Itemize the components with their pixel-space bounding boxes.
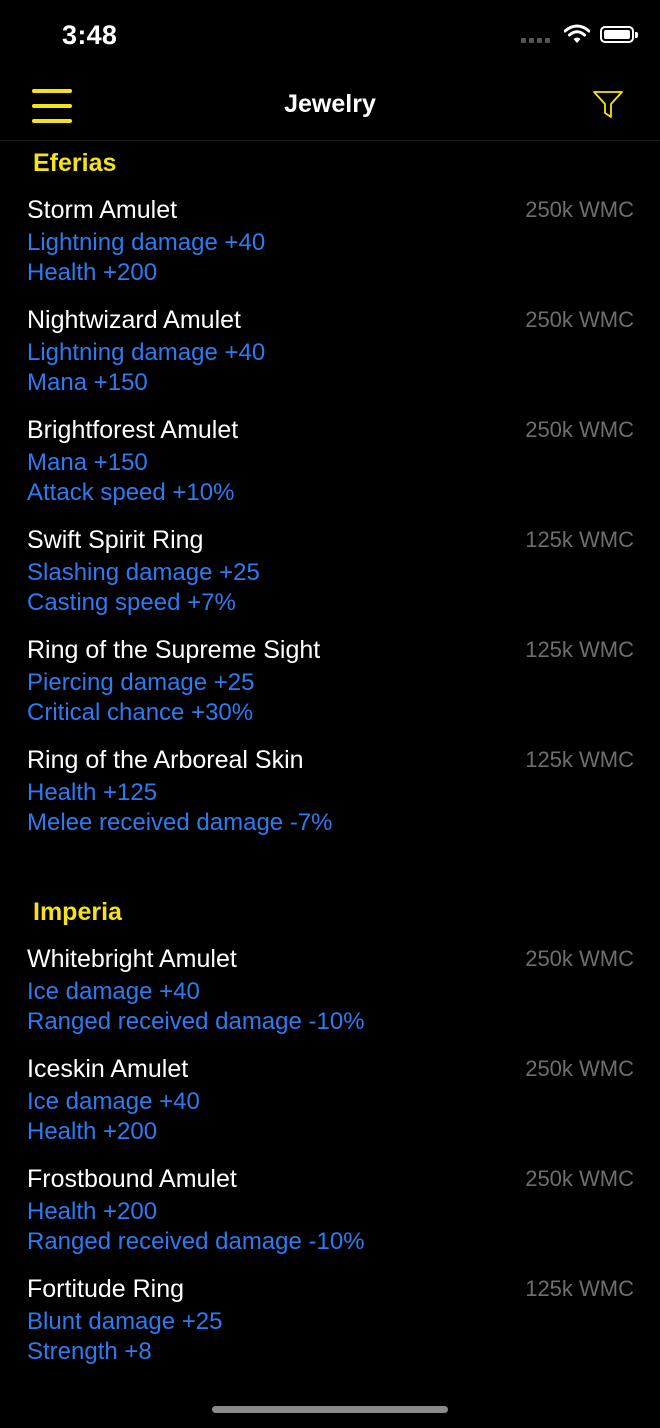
list-item[interactable]: Nightwizard Amulet 250k WMC Lightning da… (0, 306, 660, 416)
item-name: Storm Amulet (27, 196, 178, 224)
item-name: Nightwizard Amulet (27, 306, 241, 334)
item-price: 250k WMC (525, 946, 634, 971)
item-stat: Ranged received damage -10% (27, 1228, 365, 1255)
item-stat: Critical chance +30% (27, 699, 254, 726)
section-header-imperia: Imperia (33, 898, 122, 926)
item-name: Ring of the Supreme Sight (27, 636, 321, 664)
item-stat: Lightning damage +40 (27, 339, 266, 366)
item-stat: Attack speed +10% (27, 479, 235, 506)
item-name: Swift Spirit Ring (27, 526, 204, 554)
filter-funnel-icon (593, 91, 623, 118)
item-price: 125k WMC (525, 527, 634, 552)
status-bar: 3:48 (0, 0, 660, 72)
list-item[interactable]: Ring of the Supreme Sight 125k WMC Pierc… (0, 636, 660, 746)
item-stat: Health +200 (27, 259, 158, 286)
item-name: Fortitude Ring (27, 1275, 185, 1303)
item-name: Ring of the Arboreal Skin (27, 746, 304, 774)
item-stat: Health +200 (27, 1198, 158, 1225)
filter-button[interactable] (592, 90, 624, 120)
navigation-bar: Jewelry (0, 72, 660, 141)
status-icons (521, 24, 638, 44)
item-name: Brightforest Amulet (27, 416, 239, 444)
item-stat: Melee received damage -7% (27, 809, 333, 836)
wifi-icon (564, 24, 590, 43)
item-price: 250k WMC (525, 197, 634, 222)
item-stat: Piercing damage +25 (27, 669, 255, 696)
section-header-eferias: Eferias (33, 149, 117, 177)
item-stat: Health +125 (27, 779, 158, 806)
list-item[interactable]: Fortitude Ring 125k WMC Blunt damage +25… (0, 1275, 660, 1385)
item-price: 250k WMC (525, 1166, 634, 1191)
item-stat: Ice damage +40 (27, 1088, 200, 1115)
page-title: Jewelry (284, 90, 376, 118)
item-stat: Lightning damage +40 (27, 229, 266, 256)
battery-icon (600, 25, 638, 43)
item-name: Iceskin Amulet (27, 1055, 189, 1083)
item-stat: Casting speed +7% (27, 589, 236, 616)
item-price: 125k WMC (525, 637, 634, 662)
item-stat: Ice damage +40 (27, 978, 200, 1005)
item-name: Whitebright Amulet (27, 945, 237, 973)
item-stat: Strength +8 (27, 1338, 152, 1365)
item-price: 125k WMC (525, 1276, 634, 1301)
cellular-signal-icon (521, 25, 550, 43)
list-item[interactable]: Frostbound Amulet 250k WMC Health +200 R… (0, 1165, 660, 1275)
item-stat: Health +200 (27, 1118, 158, 1145)
item-price: 250k WMC (525, 307, 634, 332)
item-price: 125k WMC (525, 747, 634, 772)
item-stat: Blunt damage +25 (27, 1308, 223, 1335)
home-indicator[interactable] (212, 1406, 448, 1413)
list-item[interactable]: Ring of the Arboreal Skin 125k WMC Healt… (0, 746, 660, 856)
list-item[interactable]: Brightforest Amulet 250k WMC Mana +150 A… (0, 416, 660, 526)
item-stat: Mana +150 (27, 369, 148, 396)
item-stat: Ranged received damage -10% (27, 1008, 365, 1035)
list-item[interactable]: Storm Amulet 250k WMC Lightning damage +… (0, 196, 660, 306)
item-stat: Slashing damage +25 (27, 559, 260, 586)
list-item[interactable]: Whitebright Amulet 250k WMC Ice damage +… (0, 945, 660, 1055)
item-price: 250k WMC (525, 1056, 634, 1081)
item-stat: Mana +150 (27, 449, 148, 476)
status-time: 3:48 (62, 20, 118, 50)
list-item[interactable]: Swift Spirit Ring 125k WMC Slashing dama… (0, 526, 660, 636)
item-name: Frostbound Amulet (27, 1165, 237, 1193)
list-item[interactable]: Iceskin Amulet 250k WMC Ice damage +40 H… (0, 1055, 660, 1165)
item-price: 250k WMC (525, 417, 634, 442)
